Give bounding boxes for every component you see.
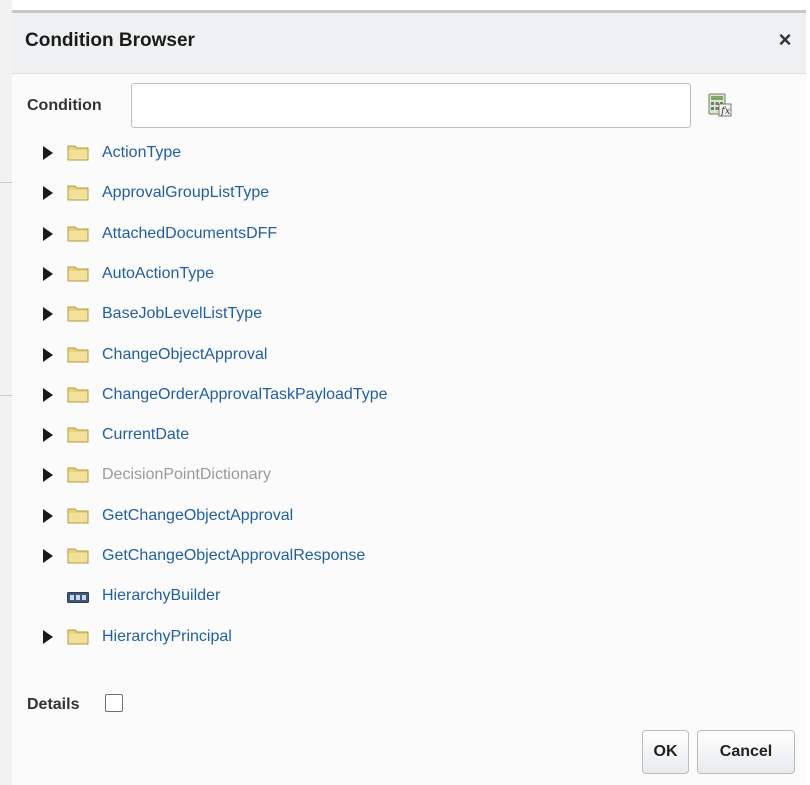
details-label: Details [27,696,80,713]
folder-icon [67,304,89,322]
expand-arrow-icon[interactable] [42,388,54,402]
expand-arrow-icon[interactable] [42,428,54,442]
expression-builder-icon[interactable]: fx [706,91,734,119]
tree-node[interactable]: AttachedDocumentsDFF [12,219,612,249]
condition-label: Condition [27,97,102,114]
folder-icon [67,143,89,161]
tree-node-label[interactable]: ActionType [102,144,181,162]
folder-icon [67,425,89,443]
expand-arrow-icon[interactable] [42,227,54,241]
tree-node[interactable]: GetChangeObjectApproval [12,501,612,531]
folder-icon [67,627,89,645]
folder-icon [67,345,89,363]
variable-icon [67,590,89,603]
tree-node-label[interactable]: ChangeOrderApprovalTaskPayloadType [102,386,388,404]
tree-node-label[interactable]: AutoActionType [102,265,214,283]
close-icon[interactable]: × [774,29,796,51]
expand-arrow-icon[interactable] [42,549,54,563]
ok-button[interactable]: OK [642,730,689,774]
folder-icon [67,385,89,403]
expand-arrow-icon[interactable] [42,307,54,321]
tree-node[interactable]: CurrentDate [12,420,612,450]
folder-icon [67,224,89,242]
svg-text:fx: fx [720,106,731,117]
condition-input[interactable] [131,83,691,128]
tree-node[interactable]: ActionType [12,138,612,168]
tree-node-label[interactable]: BaseJobLevelListType [102,305,262,323]
tree-node[interactable]: BaseJobLevelListType [12,299,612,329]
expand-arrow-icon[interactable] [42,186,54,200]
tree-node-label[interactable]: CurrentDate [102,426,189,444]
tree-node[interactable]: AutoActionType [12,259,612,289]
background-page [0,0,12,785]
expand-arrow-icon[interactable] [42,146,54,160]
condition-browser-dialog: Condition Browser × Condition fx ActionT… [12,10,806,785]
folder-icon [67,264,89,282]
tree-node[interactable]: ApprovalGroupListType [12,178,612,208]
tree-node-label[interactable]: ChangeObjectApproval [102,346,267,364]
background-divider [0,182,12,183]
folder-icon [67,183,89,201]
details-checkbox[interactable] [105,694,123,712]
cancel-button[interactable]: Cancel [697,730,795,774]
folder-icon [67,465,89,483]
tree-node-label[interactable]: GetChangeObjectApprovalResponse [102,547,365,565]
tree-node-label[interactable]: HierarchyPrincipal [102,628,232,646]
tree-node[interactable]: DecisionPointDictionary [12,460,612,490]
expand-arrow-icon[interactable] [42,468,54,482]
tree-node-label[interactable]: AttachedDocumentsDFF [102,225,277,243]
expand-arrow-icon[interactable] [42,267,54,281]
tree-node-label[interactable]: ApprovalGroupListType [102,184,269,202]
expand-arrow-icon[interactable] [42,509,54,523]
tree-node[interactable]: ChangeObjectApproval [12,340,612,370]
dialog-titlebar: Condition Browser × [12,13,806,74]
tree-node[interactable]: HierarchyBuilder [12,581,612,611]
folder-icon [67,506,89,524]
dialog-title: Condition Browser [25,30,195,51]
folder-icon [67,546,89,564]
tree-node[interactable]: ChangeOrderApprovalTaskPayloadType [12,380,612,410]
tree-node-label: DecisionPointDictionary [102,466,271,483]
tree-node-label[interactable]: GetChangeObjectApproval [102,507,293,525]
tree-node[interactable]: HierarchyPrincipal [12,622,612,652]
expand-arrow-icon[interactable] [42,348,54,362]
tree-node-label[interactable]: HierarchyBuilder [102,587,220,605]
expand-arrow-icon[interactable] [42,630,54,644]
background-divider [0,395,12,396]
tree-node[interactable]: GetChangeObjectApprovalResponse [12,541,612,571]
